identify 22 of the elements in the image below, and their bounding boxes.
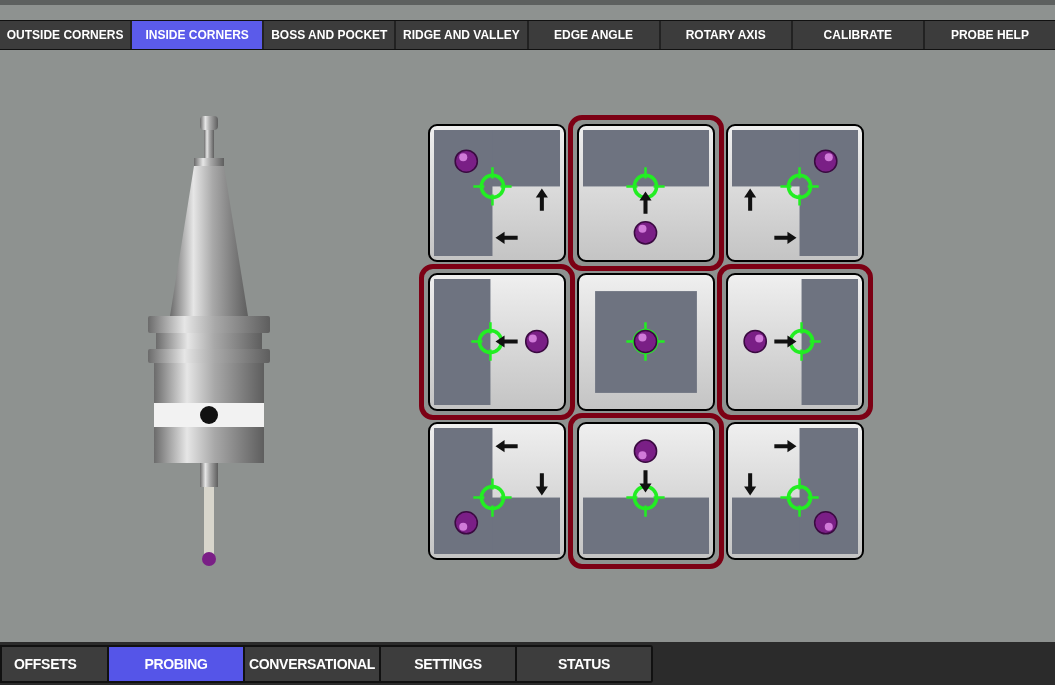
tab[interactable]: SETTINGS [381, 647, 515, 681]
tab[interactable]: RIDGE AND VALLEY [396, 21, 527, 49]
tab[interactable]: CALIBRATE [792, 21, 923, 49]
probe-mode-button[interactable] [428, 124, 566, 262]
tab[interactable]: STATUS [517, 647, 651, 681]
probe-mode-button[interactable] [428, 273, 566, 411]
tab[interactable]: CONVERSATIONAL [245, 647, 379, 681]
tab[interactable]: BOSS AND POCKET [264, 21, 395, 49]
probe-mode-button[interactable] [726, 422, 864, 560]
tab[interactable]: EDGE ANGLE [528, 21, 659, 49]
tab[interactable]: OUTSIDE CORNERS [0, 21, 131, 49]
probe-mode-button[interactable] [577, 422, 715, 560]
probe-mode-button[interactable] [428, 422, 566, 560]
tab[interactable]: PROBING [109, 647, 243, 681]
probe-mode-button[interactable] [577, 124, 715, 262]
probe-mode-button[interactable] [577, 273, 715, 411]
tab[interactable]: PROBE HELP [924, 21, 1055, 49]
tab[interactable]: INSIDE CORNERS [132, 21, 263, 49]
probe-mode-button[interactable] [726, 124, 864, 262]
probe-mode-button[interactable] [726, 273, 864, 411]
tab[interactable]: ROTARY AXIS [660, 21, 791, 49]
tab[interactable]: OFFSETS [2, 647, 107, 681]
